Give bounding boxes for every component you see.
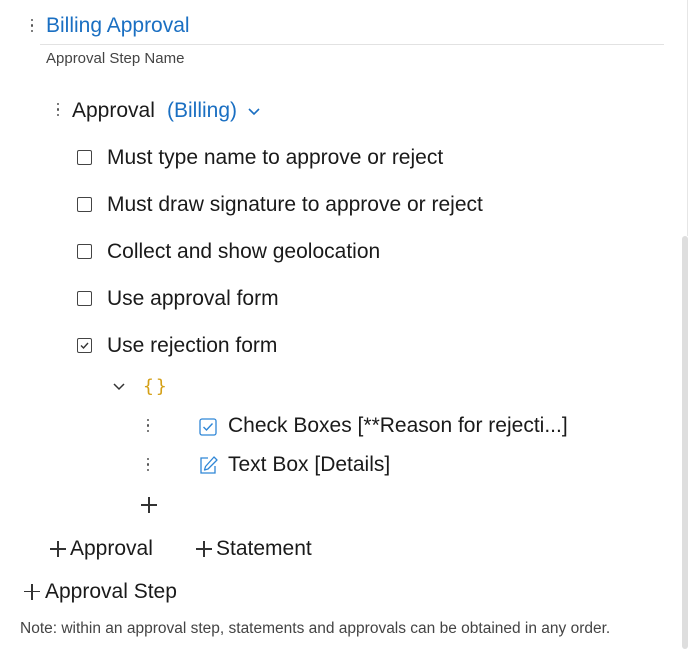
step-title[interactable]: Billing Approval [46, 14, 190, 38]
step-caption: Approval Step Name [46, 50, 185, 67]
field-label-check-boxes[interactable]: Check Boxes [**Reason for rejecti...] [228, 414, 568, 438]
plus-icon [196, 541, 212, 557]
approval-role-select[interactable]: (Billing) [167, 99, 237, 123]
option-label-geolocation: Collect and show geolocation [107, 240, 381, 263]
field-label-text-box[interactable]: Text Box [Details] [228, 453, 390, 477]
option-label-rejection-form: Use rejection form [107, 334, 278, 357]
scrollbar[interactable] [682, 236, 688, 649]
option-checkbox-approval-form[interactable] [77, 291, 92, 306]
add-approval-step-label: Approval Step [45, 580, 177, 603]
step-drag-handle[interactable] [27, 19, 37, 33]
add-approval-step-button[interactable]: Approval Step [24, 580, 177, 604]
plus-icon [24, 583, 41, 601]
option-checkbox-geolocation[interactable] [77, 244, 92, 259]
approval-drag-handle[interactable] [53, 103, 63, 117]
option-checkbox-draw-signature[interactable] [77, 197, 92, 212]
approval-label: Approval [72, 99, 155, 122]
form-braces: {} [143, 376, 169, 397]
add-statement-label: Statement [216, 537, 312, 560]
option-label-type-name: Must type name to approve or reject [107, 146, 444, 169]
option-label-approval-form: Use approval form [107, 287, 279, 310]
collapse-chevron-icon[interactable] [112, 382, 126, 392]
title-underline [40, 44, 664, 45]
edit-icon [200, 456, 218, 474]
option-label-draw-signature: Must draw signature to approve or reject [107, 193, 483, 216]
footer-note: Note: within an approval step, statement… [20, 620, 611, 637]
field-drag-handle[interactable] [143, 419, 153, 433]
field-drag-handle[interactable] [143, 458, 153, 472]
add-statement-button[interactable]: Statement [196, 537, 312, 561]
plus-icon [50, 541, 66, 557]
option-checkbox-type-name[interactable] [77, 150, 92, 165]
checkbox-icon [199, 418, 217, 436]
add-approval-label: Approval [70, 537, 153, 560]
chevron-down-icon[interactable] [247, 107, 261, 117]
add-field-plus-icon[interactable] [141, 497, 157, 513]
option-checkbox-rejection-form[interactable] [77, 338, 92, 353]
add-approval-button[interactable]: Approval [50, 537, 153, 561]
